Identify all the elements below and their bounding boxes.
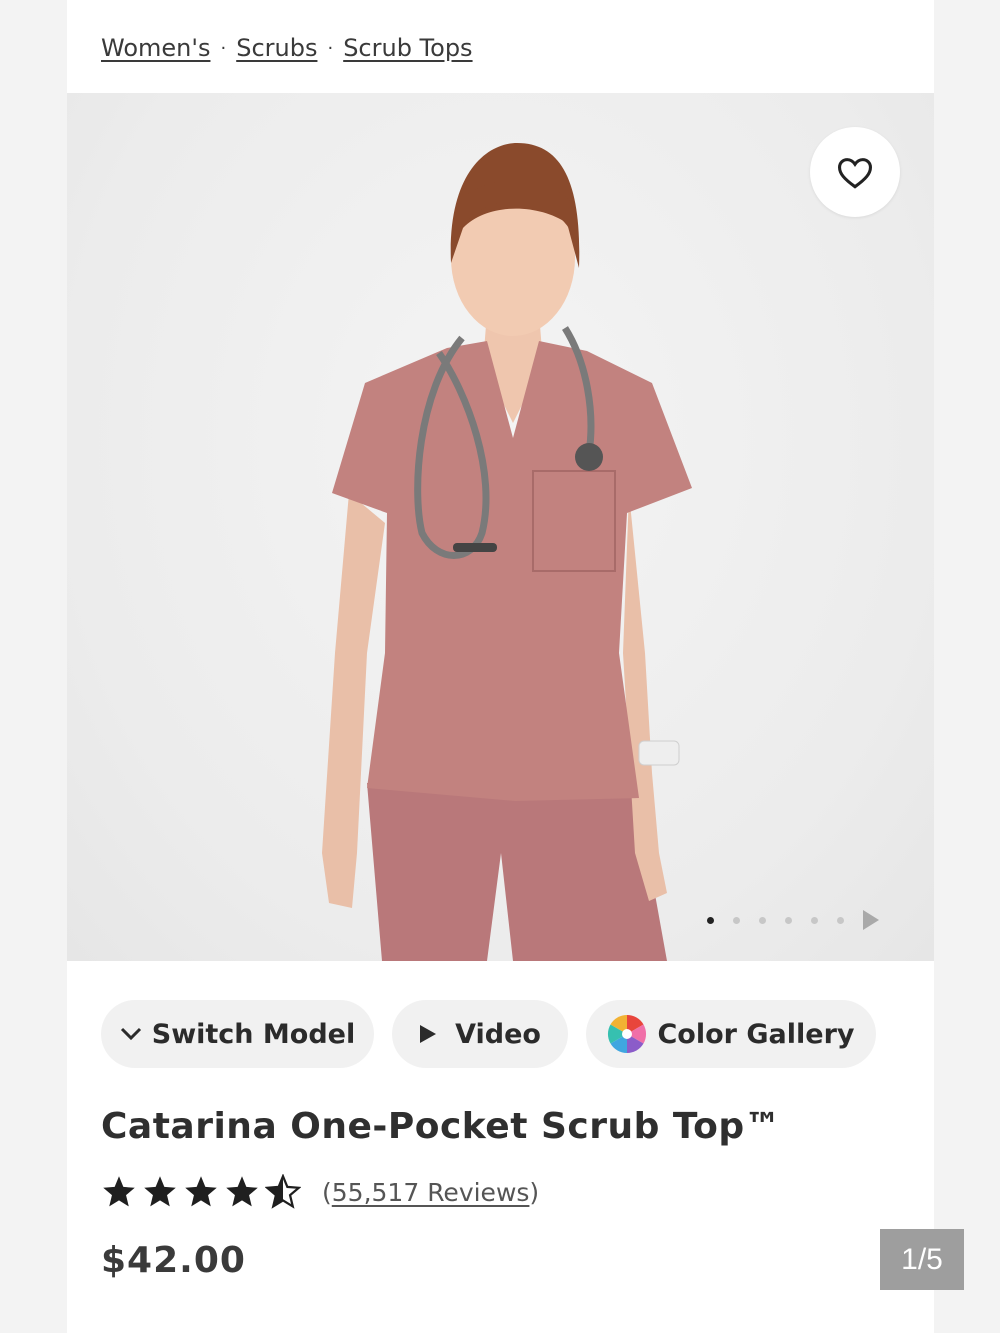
gallery-dot[interactable]: [733, 916, 740, 924]
breadcrumb-separator: ·: [327, 37, 334, 59]
gallery-dot[interactable]: [707, 916, 714, 924]
breadcrumb-womens[interactable]: Women's: [101, 34, 210, 62]
breadcrumb-separator: ·: [220, 37, 227, 59]
heart-icon: [837, 158, 873, 189]
breadcrumb-scrub-tops[interactable]: Scrub Tops: [343, 34, 472, 62]
gallery-dot[interactable]: [785, 916, 792, 924]
star-full-icon: [185, 1176, 217, 1207]
reviews-count: 55,517 Reviews: [331, 1177, 530, 1207]
breadcrumb: Women's · Scrubs · Scrub Tops: [101, 28, 473, 68]
play-icon: [420, 1025, 437, 1043]
favorite-button[interactable]: [810, 127, 900, 217]
product-image-gallery[interactable]: [67, 93, 934, 961]
star-full-icon: [144, 1176, 176, 1207]
star-half-icon: [265, 1174, 301, 1209]
gallery-dot[interactable]: [759, 916, 766, 924]
color-gallery-button[interactable]: Color Gallery: [586, 1000, 876, 1068]
product-price: $42.00: [101, 1240, 246, 1281]
star-full-icon: [103, 1176, 135, 1207]
switch-model-label: Switch Model: [151, 1018, 356, 1050]
star-rating: [101, 1174, 306, 1210]
product-rating[interactable]: (55,517 Reviews): [101, 1174, 539, 1210]
switch-model-button[interactable]: Switch Model: [101, 1000, 374, 1068]
media-actions: Switch Model Video Color Gallery: [101, 1000, 894, 1068]
gallery-pagination: [707, 910, 879, 930]
video-label: Video: [455, 1018, 541, 1050]
star-full-icon: [226, 1176, 258, 1207]
reviews-link[interactable]: (55,517 Reviews): [322, 1178, 539, 1207]
next-arrow-icon[interactable]: [863, 910, 879, 930]
product-photo: [322, 143, 692, 961]
color-wheel-icon: [608, 1014, 647, 1053]
product-title: Catarina One-Pocket Scrub Top™: [101, 1106, 782, 1147]
breadcrumb-scrubs[interactable]: Scrubs: [236, 34, 317, 62]
gallery-dot[interactable]: [837, 916, 844, 924]
video-button[interactable]: Video: [392, 1000, 568, 1068]
gallery-dot[interactable]: [811, 916, 818, 924]
color-gallery-label: Color Gallery: [657, 1018, 855, 1050]
chevron-down-icon: [120, 1027, 141, 1041]
page-indicator: 1/5: [880, 1229, 964, 1290]
